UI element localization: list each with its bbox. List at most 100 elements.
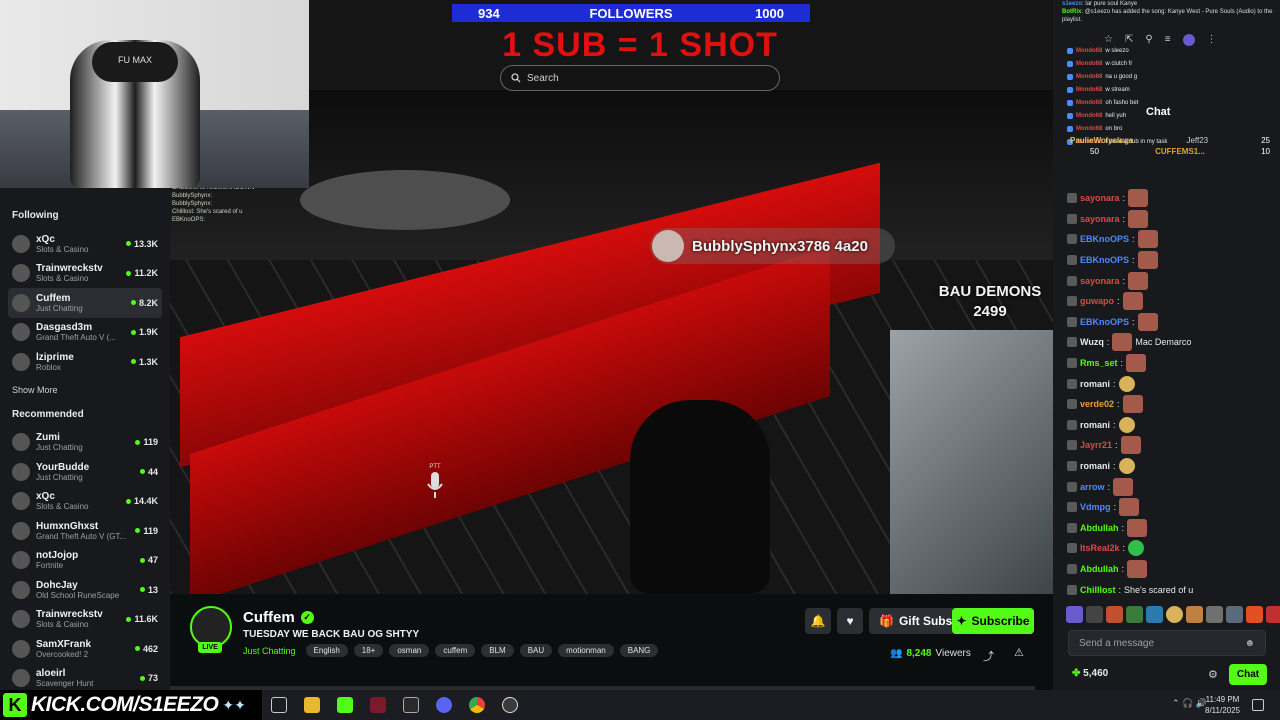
chat-username[interactable]: Mondo68 [1076,100,1102,106]
chat-message[interactable]: Jayrr21: [1053,435,1280,456]
sidebar-channel[interactable]: YourBudde Just Chatting 44 [8,457,162,487]
chat-message[interactable]: EBKnoOPS: [1053,250,1280,271]
tag[interactable]: English [305,644,348,657]
emote-icon[interactable] [1146,606,1163,623]
emote-icon[interactable] [1166,606,1183,623]
obs-icon[interactable] [502,697,518,713]
emote-icon[interactable] [1126,606,1143,623]
chat-message[interactable]: verde02: [1053,394,1280,415]
emoji-icon[interactable]: ☻ [1244,638,1255,649]
chat-username[interactable]: Mondo68 [1076,48,1102,54]
sidebar-channel[interactable]: Dasgasd3m Grand Theft Auto V (... 1.9K [8,318,162,348]
send-chat-button[interactable]: Chat [1229,664,1267,685]
chat-username[interactable]: romani [1080,420,1110,430]
popout-icon[interactable]: ⇱ [1125,34,1133,46]
emote-icon[interactable] [1266,606,1280,623]
app-icon[interactable] [370,697,386,713]
chat-username[interactable]: Jayrr21 [1080,440,1112,450]
tag[interactable]: BLM [481,644,514,657]
chat-username[interactable]: Abdullah [1080,523,1119,533]
sidebar-channel[interactable]: SamXFrank Overcooked! 2 462 [8,634,162,664]
emote-icon[interactable] [1106,606,1123,623]
chat-username[interactable]: sayonara [1080,214,1120,224]
chat-username[interactable]: romani [1080,379,1110,389]
sidebar-channel[interactable]: Trainwreckstv Slots & Casino 11.2K [8,259,162,289]
chat-message[interactable]: Abdullah: [1053,559,1280,580]
file-explorer-icon[interactable] [304,697,320,713]
chat-message[interactable]: guwapo: [1053,291,1280,312]
emote-icon[interactable] [1246,606,1263,623]
tag[interactable]: 18+ [353,644,384,657]
chat-message[interactable]: Vdmpg: [1053,497,1280,518]
mod-icon[interactable]: ⚲ [1145,34,1152,46]
chat-username[interactable]: Wuzq [1080,337,1104,347]
tag[interactable]: BANG [619,644,659,657]
chat-message[interactable]: Mondo68 w stream [1053,83,1280,96]
show-more-link[interactable]: Show More [8,377,162,399]
chat-username[interactable]: Rms_set [1080,358,1118,368]
tag[interactable]: motionman [558,644,614,657]
chat-message[interactable]: EBKnoOPS: [1053,229,1280,250]
chat-message[interactable]: Abdullah: [1053,518,1280,539]
sidebar-channel[interactable]: Zumi Just Chatting 119 [8,428,162,458]
more-icon[interactable]: ⋮ [1207,34,1217,46]
tag[interactable]: osman [389,644,430,657]
task-view-icon[interactable] [271,697,287,713]
chat-username[interactable]: sayonara [1080,276,1120,286]
chat-username[interactable]: Chilllost [1080,585,1116,595]
chat-username[interactable]: EBKnoOPS [1080,255,1129,265]
chat-input[interactable]: Send a message ☻ [1068,630,1266,656]
pin-icon[interactable]: ☆ [1104,34,1113,46]
tag[interactable]: cuffem [435,644,476,657]
emote-icon[interactable] [1086,606,1103,623]
kick-app-icon[interactable] [337,697,353,713]
streamer-name[interactable]: Cuffem ✓ [243,609,314,626]
emote-icon[interactable] [1186,606,1203,623]
filter-icon[interactable]: ≡ [1165,34,1171,46]
notification-bell-icon[interactable]: 🔔 [805,608,831,634]
chat-settings-gear-icon[interactable]: ⚙ [1208,668,1218,681]
chat-username[interactable]: arrow [1080,482,1105,492]
chat-username[interactable]: Abdullah [1080,564,1119,574]
sidebar-channel[interactable]: notJojop Fortnite 47 [8,546,162,576]
chat-message[interactable]: Mondo68 on bro [1053,122,1280,135]
search-input[interactable]: Search [500,65,780,91]
sidebar-channel[interactable]: xQc Slots & Casino 14.4K [8,487,162,517]
chat-message[interactable]: Wuzq: Mac Demarco [1053,332,1280,353]
chat-message[interactable]: romani: [1053,415,1280,436]
sidebar-channel[interactable]: Cuffem Just Chatting 8.2K [8,288,162,318]
chat-username[interactable]: Mondo68 [1076,113,1102,119]
subscribe-button[interactable]: ✦ Subscribe [952,608,1034,634]
tag[interactable]: BAU [519,644,553,657]
report-icon[interactable]: ⚠ [1014,646,1024,659]
chat-username[interactable]: sayonara [1080,193,1120,203]
notification-icon[interactable] [1252,699,1264,711]
share-icon[interactable]: ⤴ [983,648,994,664]
chat-message[interactable]: Chilllost: She's scared of u [1053,579,1280,600]
chat-message[interactable]: ItsReal2k: [1053,538,1280,559]
chat-username[interactable]: EBKnoOPS [1080,317,1129,327]
emote-icon[interactable] [1226,606,1243,623]
sidebar-channel[interactable]: DohcJay Old School RuneScape 13 [8,575,162,605]
epic-games-icon[interactable] [403,697,419,713]
chat-username[interactable]: Mondo68 [1076,87,1102,93]
chat-message[interactable]: Mondo68 w clutch fr [1053,57,1280,70]
chat-username[interactable]: Mondo68 [1076,61,1102,67]
emote-icon[interactable] [1066,606,1083,623]
sidebar-channel[interactable]: lziprime Roblox 1.3K [8,347,162,377]
chat-username[interactable]: verde02 [1080,399,1114,409]
taskbar-clock[interactable]: 11:49 PM 8/11/2025 [1205,694,1240,716]
chat-message[interactable]: romani: [1053,456,1280,477]
chat-username[interactable]: Vdmpg [1080,502,1111,512]
discord-icon[interactable] [436,697,452,713]
sidebar-channel[interactable]: xQc Slots & Casino 13.3K [8,229,162,259]
chat-username[interactable]: ItsReal2k [1080,543,1120,553]
sidebar-channel[interactable]: aloeirl Scavenger Hunt 73 [8,664,162,694]
chat-username[interactable]: EBKnoOPS [1080,234,1129,244]
chat-message[interactable]: arrow: [1053,476,1280,497]
sidebar-channel[interactable]: Trainwreckstv Slots & Casino 11.6K [8,605,162,635]
sidebar-channel[interactable]: HumxnGhxst Grand Theft Auto V (GT... 119 [8,516,162,546]
gift-subs-button[interactable]: 🎁 Gift Subs [869,608,963,634]
user-icon[interactable] [1182,34,1195,46]
category-link[interactable]: Just Chatting [243,646,296,656]
